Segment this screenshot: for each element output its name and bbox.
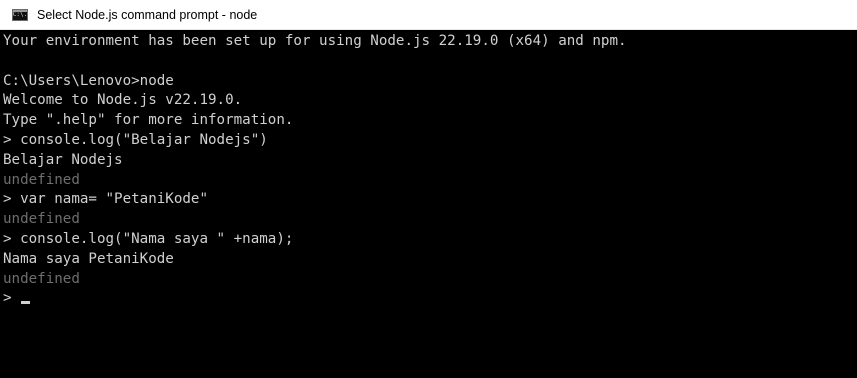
console-line: > console.log("Nama saya " +nama); [3, 230, 294, 247]
window-title: Select Node.js command prompt - node [37, 7, 258, 22]
text-cursor [21, 301, 31, 305]
cmd-console-icon-text: C:\. [12, 10, 28, 18]
console-window: C:\. Select Node.js command prompt - nod… [0, 0, 857, 378]
console-line: > console.log("Belajar Nodejs") [3, 131, 268, 148]
console-line: > var nama= "PetaniKode" [3, 191, 208, 208]
console-output[interactable]: Your environment has been set up for usi… [0, 30, 857, 378]
cmd-console-icon[interactable]: C:\. [12, 8, 28, 21]
prompt-symbol: > [3, 290, 21, 307]
console-line: undefined [3, 211, 80, 228]
console-line: Belajar Nodejs [3, 151, 123, 168]
prompt-line[interactable]: > [3, 289, 857, 309]
console-line: undefined [3, 270, 80, 287]
console-line: Welcome to Node.js v22.19.0. [3, 92, 243, 109]
console-line: Type ".help" for more information. [3, 112, 294, 129]
console-line: Your environment has been set up for usi… [3, 33, 627, 49]
console-line: Nama saya PetaniKode [3, 250, 174, 267]
console-line: C:\Users\Lenovo>node [3, 72, 174, 89]
console-line: undefined [3, 171, 80, 188]
title-bar[interactable]: C:\. Select Node.js command prompt - nod… [0, 0, 857, 30]
